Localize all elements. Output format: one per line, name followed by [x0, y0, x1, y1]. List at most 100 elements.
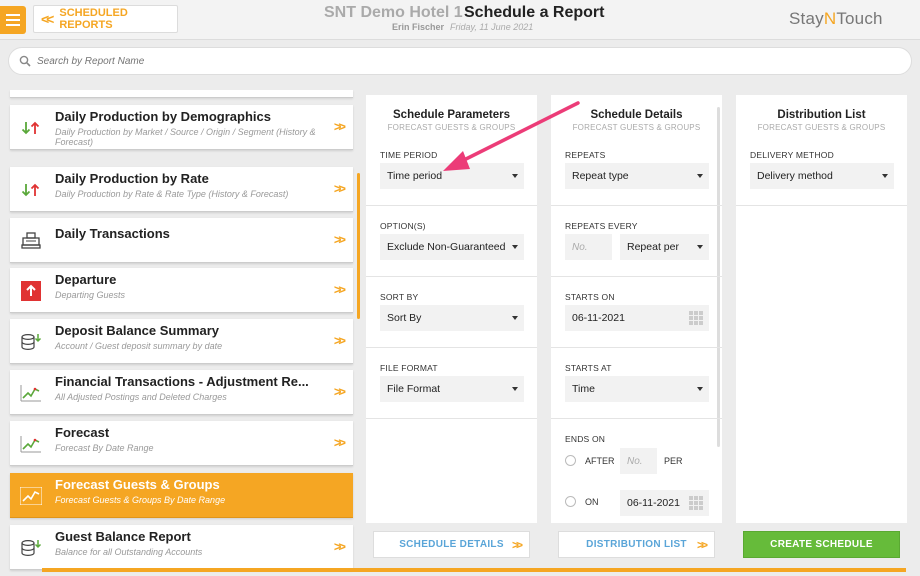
file-format-select[interactable]: File Format — [380, 376, 524, 402]
starts-at-time-select[interactable]: Time — [565, 376, 709, 402]
select-value: Repeat type — [572, 170, 629, 182]
caret-down-icon — [512, 174, 518, 178]
delivery-method-label: DELIVERY METHOD — [750, 150, 834, 160]
delivery-method-select[interactable]: Delivery method — [750, 163, 894, 189]
select-value: Exclude Non-Guaranteed — [387, 241, 506, 253]
input-placeholder: No. — [572, 241, 588, 253]
date-value: 06-11-2021 — [572, 312, 625, 324]
ends-on-date-radio[interactable] — [565, 496, 576, 507]
ends-after-number-input[interactable]: No. — [620, 448, 657, 474]
create-schedule-button[interactable]: CREATE SCHEDULE — [743, 531, 900, 558]
up-down-arrows-icon — [20, 118, 42, 138]
trend-chart-icon — [20, 434, 42, 454]
hamburger-menu-button[interactable] — [0, 6, 26, 34]
double-chevron-right-icon: >> — [333, 384, 346, 399]
report-title: Daily Transactions — [55, 226, 170, 241]
report-subtitle: Forecast By Date Range — [55, 443, 154, 453]
brand-part: Stay — [789, 9, 824, 28]
select-value: Time — [572, 383, 595, 395]
report-item-financial-transactions[interactable]: Financial Transactions - Adjustment Re..… — [10, 370, 353, 415]
search-input[interactable] — [37, 55, 887, 67]
report-title: Guest Balance Report — [55, 529, 191, 544]
ends-on-date-field[interactable]: 06-11-2021 — [620, 490, 709, 516]
trend-chart-icon — [20, 383, 42, 403]
repeats-every-number-input[interactable]: No. — [565, 234, 612, 260]
report-item-deposit-balance-summary[interactable]: Deposit Balance Summary Account / Guest … — [10, 319, 353, 364]
caret-down-icon — [882, 174, 888, 178]
report-subtitle: Balance for all Outstanding Accounts — [55, 547, 203, 557]
bottom-accent-bar — [42, 568, 906, 572]
report-subtitle: Departing Guests — [55, 290, 126, 300]
divider — [366, 276, 537, 277]
sort-by-select[interactable]: Sort By — [380, 305, 524, 331]
double-chevron-right-icon: >> — [333, 181, 346, 196]
report-subtitle: Daily Production by Market / Source / Or… — [55, 127, 316, 147]
caret-down-icon — [512, 316, 518, 320]
caret-down-icon — [512, 245, 518, 249]
select-value: Sort By — [387, 312, 422, 324]
report-title: Forecast Guests & Groups — [55, 477, 220, 492]
report-item-departure[interactable]: Departure Departing Guests >> — [10, 268, 353, 313]
repeat-type-select[interactable]: Repeat type — [565, 163, 709, 189]
coins-icon — [20, 332, 42, 352]
report-title: Financial Transactions - Adjustment Re..… — [55, 374, 309, 389]
menu-bar — [6, 19, 20, 21]
starts-on-date-field[interactable]: 06-11-2021 — [565, 305, 709, 331]
menu-bar — [6, 14, 20, 16]
starts-at-label: STARTS AT — [565, 363, 612, 373]
report-title: Daily Production by Rate — [55, 171, 209, 186]
report-item-guest-balance[interactable]: Guest Balance Report Balance for all Out… — [10, 525, 353, 570]
report-item-forecast[interactable]: Forecast Forecast By Date Range >> — [10, 421, 353, 466]
double-chevron-right-icon: >> — [333, 119, 346, 134]
search-box[interactable] — [8, 47, 912, 75]
divider — [366, 205, 537, 206]
distribution-list-button[interactable]: DISTRIBUTION LIST >> — [558, 531, 715, 558]
report-item-daily-production-demographics[interactable]: Daily Production by Demographics Daily P… — [10, 105, 353, 150]
panel-title: Schedule Details — [590, 109, 683, 121]
caret-down-icon — [697, 387, 703, 391]
brand-part: N — [823, 9, 837, 28]
report-item-daily-transactions[interactable]: Daily Transactions >> — [10, 218, 353, 263]
back-to-scheduled-reports-button[interactable]: << SCHEDULED REPORTS — [33, 5, 178, 33]
ends-after-radio[interactable] — [565, 455, 576, 466]
menu-bar — [6, 24, 20, 26]
hotel-name[interactable]: SNT Demo Hotel 1 — [324, 4, 463, 22]
double-chevron-left-icon: << — [41, 11, 54, 27]
schedule-parameters-panel: Schedule Parameters FORECAST GUESTS & GR… — [366, 95, 537, 565]
double-chevron-right-icon: >> — [333, 539, 346, 554]
date-value: 06-11-2021 — [627, 497, 680, 509]
repeat-per-select[interactable]: Repeat per — [620, 234, 709, 260]
options-select[interactable]: Exclude Non-Guaranteed — [380, 234, 524, 260]
calendar-icon — [689, 496, 703, 510]
ends-on-label: ENDS ON — [565, 434, 606, 444]
report-list-scrollbar[interactable] — [357, 173, 360, 319]
top-header: << SCHEDULED REPORTS SNT Demo Hotel 1 Sc… — [0, 0, 920, 40]
report-item-forecast-guests-groups[interactable]: Forecast Guests & Groups Forecast Guests… — [10, 473, 353, 518]
panel-footer: DISTRIBUTION LIST >> — [551, 523, 722, 565]
select-value: Delivery method — [757, 170, 833, 182]
caret-down-icon — [512, 387, 518, 391]
coins-icon — [20, 538, 42, 558]
double-chevron-right-icon: >> — [511, 538, 523, 552]
panel-title: Schedule Parameters — [393, 109, 510, 121]
search-bar-area — [0, 41, 920, 81]
report-subtitle: Daily Production by Rate & Rate Type (Hi… — [55, 189, 289, 199]
list-item-partial[interactable] — [10, 90, 353, 98]
report-list[interactable]: Daily Production by Demographics Daily P… — [0, 90, 362, 576]
schedule-details-button[interactable]: SCHEDULE DETAILS >> — [373, 531, 530, 558]
panel-subtitle: FORECAST GUESTS & GROUPS — [757, 123, 886, 132]
select-value: Repeat per — [627, 241, 679, 253]
caret-down-icon — [697, 245, 703, 249]
double-chevron-right-icon: >> — [333, 333, 346, 348]
register-icon — [20, 231, 42, 251]
divider — [366, 347, 537, 348]
button-label: CREATE SCHEDULE — [770, 539, 873, 550]
report-title: Deposit Balance Summary — [55, 323, 220, 338]
divider — [551, 205, 722, 206]
brand-part: Touch — [836, 9, 883, 28]
report-item-daily-production-rate[interactable]: Daily Production by Rate Daily Productio… — [10, 167, 353, 212]
double-chevron-right-icon: >> — [333, 282, 346, 297]
button-label: SCHEDULE DETAILS — [399, 539, 504, 550]
time-period-select[interactable]: Time period — [380, 163, 524, 189]
panel-scrollbar[interactable] — [717, 107, 720, 447]
